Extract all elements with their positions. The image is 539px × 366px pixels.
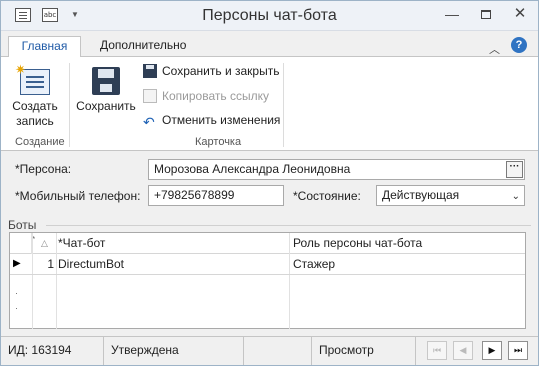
save-button-label: Сохранить bbox=[76, 99, 136, 113]
person-value: Морозова Александра Леонидовна bbox=[154, 162, 351, 176]
state-value: Действующая bbox=[382, 188, 460, 202]
group-card-label: Карточка bbox=[195, 136, 242, 148]
row-number: 1 bbox=[47, 257, 54, 271]
nav-first-icon[interactable]: ⏮ bbox=[427, 341, 447, 360]
bots-table: * △ *Чат-бот Роль персоны чат-бота ▶ 1 D… bbox=[9, 232, 526, 329]
ribbon-panel: ✷ Создать запись Сохранить Сохранить и з… bbox=[1, 57, 538, 151]
cancel-changes-label: Отменить изменения bbox=[162, 113, 281, 127]
form-area: *Персона: Морозова Александра Леонидовна… bbox=[1, 152, 538, 336]
current-row-marker-icon: ▶ bbox=[13, 258, 21, 269]
nav-last-icon[interactable]: ⏭ bbox=[508, 341, 528, 360]
column-divider bbox=[32, 233, 33, 329]
phone-field[interactable]: +79825678899 bbox=[148, 185, 284, 206]
create-button-label-1: Создать bbox=[12, 99, 58, 113]
minimize-icon[interactable]: — bbox=[439, 4, 465, 26]
copy-link-button[interactable]: Копировать ссылку bbox=[143, 88, 269, 106]
save-close-button[interactable]: Сохранить и закрыть bbox=[143, 63, 279, 81]
create-record-button[interactable]: ✷ Создать запись bbox=[9, 61, 61, 129]
column-header-bot[interactable]: *Чат-бот bbox=[58, 233, 105, 253]
nav-prev-icon[interactable]: ◀ bbox=[453, 341, 473, 360]
group-separator bbox=[283, 63, 284, 147]
save-button[interactable]: Сохранить bbox=[74, 61, 138, 114]
collapse-ribbon-icon[interactable]: ︿ bbox=[489, 41, 500, 57]
save-icon bbox=[92, 67, 120, 95]
cancel-changes-button[interactable]: ↶ Отменить изменения bbox=[143, 112, 280, 130]
status-blank bbox=[244, 337, 312, 365]
ellipsis-icon[interactable]: ··· bbox=[506, 161, 523, 178]
state-label: *Состояние: bbox=[293, 189, 361, 203]
row-role[interactable]: Стажер bbox=[293, 254, 335, 274]
ribbon-tabs: Главная Дополнительно ︿ ? bbox=[1, 32, 538, 58]
person-field[interactable]: Морозова Александра Леонидовна ··· bbox=[148, 159, 525, 180]
group-separator bbox=[69, 63, 70, 147]
column-divider bbox=[56, 233, 57, 329]
save-close-label: Сохранить и закрыть bbox=[162, 64, 280, 78]
tab-main[interactable]: Главная bbox=[8, 36, 81, 58]
row-bot[interactable]: DirectumBot bbox=[58, 254, 124, 274]
column-divider bbox=[289, 233, 290, 329]
group-create-label: Создание bbox=[15, 136, 65, 148]
record-id: ИД: 163194 bbox=[1, 337, 104, 365]
status-bar: ИД: 163194 Утверждена Просмотр ⏮ ◀ ▶ ⏭ bbox=[1, 336, 538, 365]
record-mode: Просмотр bbox=[312, 337, 416, 365]
person-label: *Персона: bbox=[15, 162, 72, 176]
close-icon[interactable]: ✕ bbox=[507, 4, 533, 26]
phone-label: *Мобильный телефон: bbox=[15, 189, 141, 203]
table-row[interactable]: ▶ 1 DirectumBot Стажер bbox=[10, 254, 525, 275]
bots-section: Боты bbox=[8, 218, 531, 232]
title-bar: abc ▼ Персоны чат-бота — ✕ bbox=[1, 1, 538, 31]
maximize-icon[interactable] bbox=[473, 4, 499, 26]
column-header-role[interactable]: Роль персоны чат-бота bbox=[293, 233, 422, 253]
tab-additional[interactable]: Дополнительно bbox=[90, 36, 196, 57]
help-icon[interactable]: ? bbox=[511, 37, 527, 53]
nav-next-icon[interactable]: ▶ bbox=[482, 341, 502, 360]
phone-value: +79825678899 bbox=[154, 188, 235, 202]
copy-link-label: Копировать ссылку bbox=[162, 89, 269, 103]
table-header: * △ *Чат-бот Роль персоны чат-бота bbox=[10, 233, 525, 254]
chevron-down-icon: ⌄ bbox=[511, 191, 520, 202]
create-record-icon: ✷ bbox=[15, 62, 50, 95]
sort-icon[interactable]: △ bbox=[41, 233, 48, 253]
undo-icon: ↶ bbox=[143, 114, 155, 130]
save-close-icon bbox=[143, 64, 157, 78]
create-button-label-2: запись bbox=[16, 114, 54, 128]
empty-row-markers bbox=[16, 293, 18, 323]
copy-link-icon bbox=[143, 89, 157, 103]
app-window: abc ▼ Персоны чат-бота — ✕ Главная Допол… bbox=[0, 0, 539, 366]
state-select[interactable]: Действующая ⌄ bbox=[376, 185, 525, 206]
select-column-header[interactable] bbox=[10, 233, 32, 254]
record-status: Утверждена bbox=[104, 337, 244, 365]
divider bbox=[46, 225, 531, 226]
